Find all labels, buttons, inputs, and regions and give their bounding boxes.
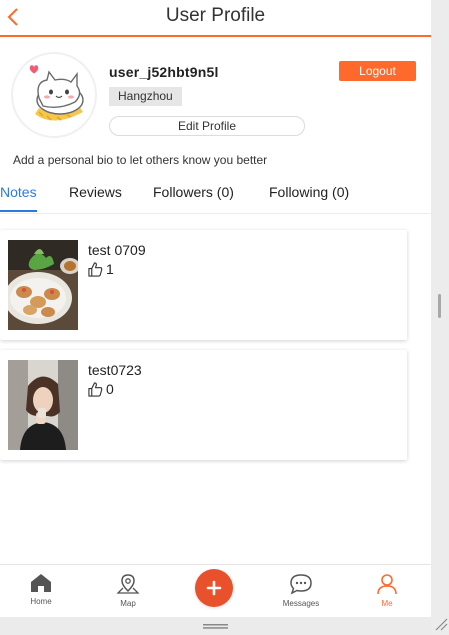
note-title: test0723 — [88, 362, 142, 378]
like-count-value: 1 — [106, 261, 114, 277]
food-plate-photo — [8, 240, 78, 330]
scrollbar-handle[interactable] — [438, 294, 441, 318]
username: user_j52hbt9n5l — [109, 64, 219, 80]
active-tab-indicator — [0, 210, 37, 212]
nav-me-label: Me — [381, 599, 393, 608]
edit-profile-button[interactable]: Edit Profile — [109, 116, 305, 136]
nav-messages-label: Messages — [282, 599, 320, 608]
nav-home[interactable]: Home — [11, 573, 71, 606]
chat-bubble-icon — [290, 574, 312, 595]
home-icon — [31, 574, 51, 592]
nav-map-label: Map — [120, 599, 136, 608]
map-pin-icon — [116, 574, 140, 594]
profile-tabs: Notes Reviews Followers (0) Following (0… — [0, 176, 431, 214]
like-count[interactable]: 1 — [88, 261, 114, 277]
header-bar: User Profile — [0, 0, 431, 37]
note-title: test 0709 — [88, 242, 146, 258]
like-count-value: 0 — [106, 381, 114, 397]
nav-messages[interactable]: Messages — [271, 573, 331, 608]
avatar[interactable] — [11, 52, 97, 138]
app-window: User Profile user_j52hbt9n5l Hangzhou Lo… — [0, 0, 431, 635]
bio-text[interactable]: Add a personal bio to let others know yo… — [13, 153, 267, 167]
city-tag: Hangzhou — [109, 87, 182, 106]
plus-icon — [206, 580, 222, 596]
nav-me[interactable]: Me — [357, 573, 417, 608]
tab-following[interactable]: Following (0) — [269, 184, 349, 200]
logout-button[interactable]: Logout — [339, 61, 416, 81]
cat-avatar-icon — [29, 65, 84, 121]
tab-followers[interactable]: Followers (0) — [153, 184, 234, 200]
user-icon — [377, 574, 397, 595]
home-indicator-icon[interactable] — [203, 624, 228, 629]
nav-map[interactable]: Map — [98, 573, 158, 608]
add-note-button[interactable] — [195, 569, 233, 607]
like-count[interactable]: 0 — [88, 381, 114, 397]
tab-reviews[interactable]: Reviews — [69, 184, 122, 200]
note-card[interactable]: test0723 0 — [0, 350, 407, 460]
page-title: User Profile — [165, 5, 266, 26]
thumbs-up-icon — [88, 261, 103, 277]
resize-grip-icon[interactable] — [434, 617, 448, 631]
note-card[interactable]: test 0709 1 — [0, 230, 407, 340]
nav-home-label: Home — [30, 597, 52, 606]
thumbs-up-icon — [88, 381, 103, 397]
person-selfie-photo — [8, 360, 78, 450]
tab-notes[interactable]: Notes — [0, 184, 37, 200]
